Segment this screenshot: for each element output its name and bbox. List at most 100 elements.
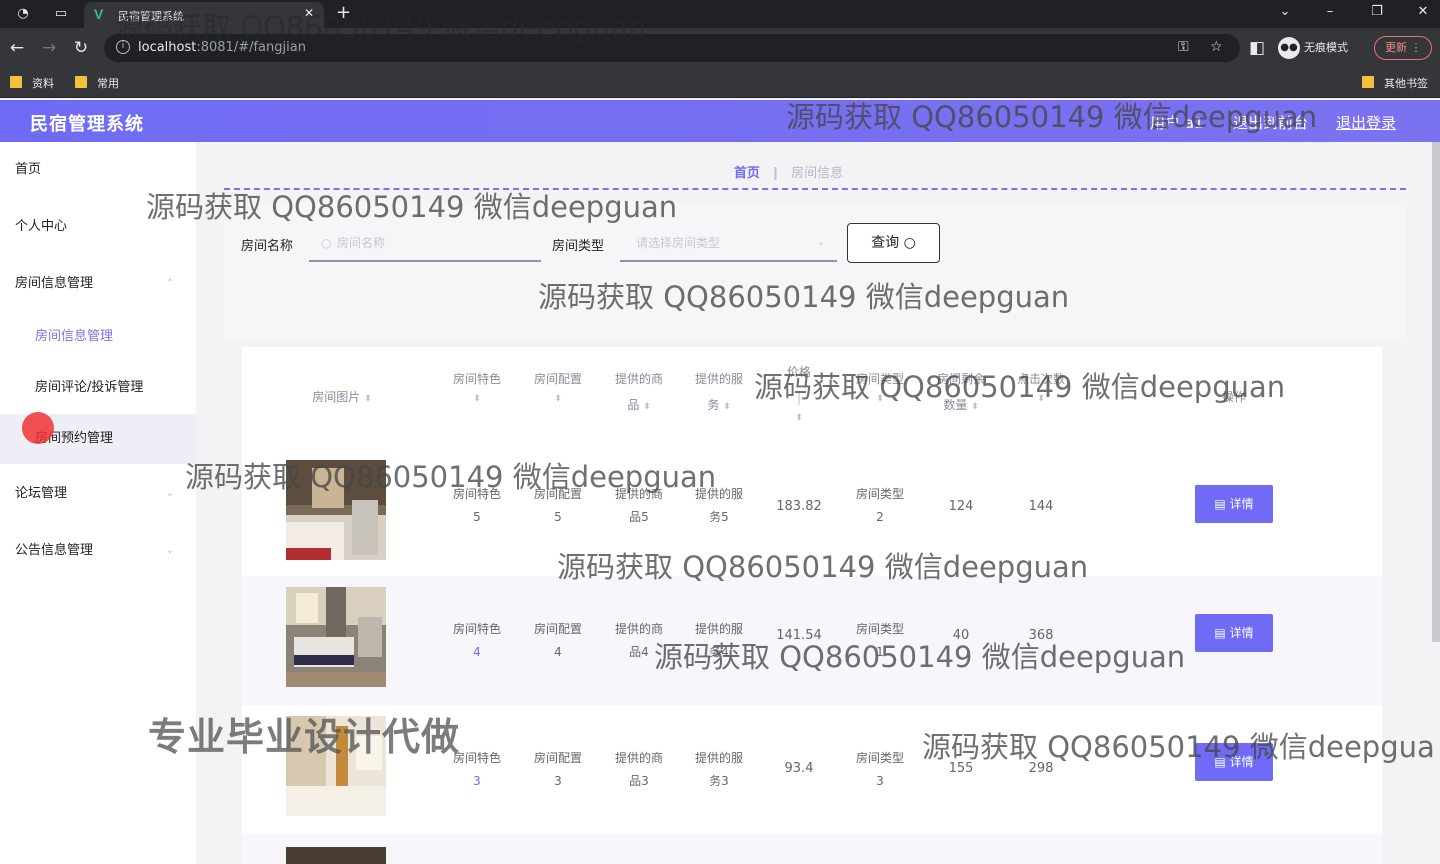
room-goods: 提供的商 品4 xyxy=(614,622,663,659)
document-icon: ▤ xyxy=(1214,755,1226,769)
room-type-label: 房间类型 xyxy=(552,239,605,254)
room-remaining: 124 xyxy=(948,499,974,514)
breadcrumb-separator-icon: ❙ xyxy=(770,166,781,181)
incognito-indicator[interactable]: ●● 无痕模式 xyxy=(1278,36,1348,60)
room-remaining: 155 xyxy=(948,761,974,776)
room-price: 183.82 xyxy=(776,499,822,514)
tab-list-chevron-icon[interactable]: ⌄ xyxy=(1275,4,1295,19)
browser-menu-icon[interactable]: ◔ xyxy=(14,5,32,23)
sidebar-item-room-info-group[interactable]: 房间信息管理 ⌃ xyxy=(0,256,196,312)
close-window-icon[interactable]: ✕ xyxy=(1413,4,1433,19)
incognito-icon: ●● xyxy=(1278,37,1300,59)
sidebar-item-home[interactable]: 首页 xyxy=(0,142,196,198)
reload-icon[interactable]: ↻ xyxy=(70,37,92,59)
browser-tab-bar: ◔ ▭ V 民宿管理系统 ✕ + ⌄ – ❐ ✕ xyxy=(0,0,1440,28)
sidebar-subitem-room-comments[interactable]: 房间评论/投诉管理 xyxy=(0,363,196,413)
room-goods: 提供的商 品5 xyxy=(614,487,663,524)
room-name-label: 房间名称 xyxy=(241,239,294,254)
column-header-service[interactable]: 提供的服务 ⬍ xyxy=(684,366,754,420)
chevron-down-icon: ⌄ xyxy=(165,545,174,556)
bookmark-star-icon[interactable]: ☆ xyxy=(1210,39,1223,55)
key-icon[interactable]: ⚿ xyxy=(1178,39,1189,55)
sidebar-item-notice[interactable]: 公告信息管理 ⌄ xyxy=(0,523,196,579)
search-icon: ○ xyxy=(903,235,916,251)
bookmark-other[interactable]: 其他书签 xyxy=(1362,75,1428,91)
scrollbar[interactable] xyxy=(1432,142,1440,642)
room-service: 提供的服 务3 xyxy=(694,751,743,788)
room-photo[interactable] xyxy=(286,716,386,816)
tab-search-icon[interactable]: ▭ xyxy=(52,5,70,23)
new-tab-icon[interactable]: + xyxy=(336,2,351,23)
app-header: 民宿管理系统 用户 a1 退出到前台 退出登录 xyxy=(0,100,1440,142)
sidebar-item-profile[interactable]: 个人中心 xyxy=(0,199,196,255)
vue-favicon-icon: V xyxy=(94,6,104,22)
bookmarks-bar: 资料 常用 其他书签 xyxy=(0,68,1440,98)
tab-close-icon[interactable]: ✕ xyxy=(304,6,314,20)
restore-icon[interactable]: ❐ xyxy=(1367,4,1387,19)
column-header-remaining[interactable]: 房间剩余 数量 ⬍ xyxy=(926,366,996,420)
front-link[interactable]: 退出到前台 xyxy=(1233,112,1308,133)
room-feature: 房间特色 4 xyxy=(452,622,501,659)
bookmark-changyong[interactable]: 常用 xyxy=(75,75,119,91)
room-photo[interactable] xyxy=(286,587,386,687)
detail-button[interactable]: ▤ 详情 xyxy=(1195,614,1273,652)
room-photo[interactable] xyxy=(286,847,386,864)
column-header-goods[interactable]: 提供的商品 ⬍ xyxy=(604,366,674,420)
room-photo[interactable] xyxy=(286,460,386,560)
room-price: 141.54 xyxy=(776,628,822,643)
room-config: 房间配置 3 xyxy=(533,751,582,788)
column-header-image[interactable]: 房间图片 ⬍ xyxy=(282,384,402,412)
room-name-input[interactable]: ○ 房间名称 xyxy=(309,224,541,262)
detail-button[interactable]: ▤ 详情 xyxy=(1195,743,1273,781)
sidebar-subitem-room-info[interactable]: 房间信息管理 xyxy=(0,312,196,362)
table-row: 房间特色 3 房间配置 3 提供的商 品3 提供的服 务3 93.4 房间类型 3 155… xyxy=(242,705,1382,834)
table-row: 房间特色 4 房间配置 4 提供的商 品4 提供的服 务4 141.54 房间类型 1 4… xyxy=(242,576,1382,705)
column-header-feature[interactable]: 房间特色 ⬍ xyxy=(442,366,512,406)
room-type-placeholder: 请选择房间类型 xyxy=(636,236,721,250)
breadcrumb-home[interactable]: 首页 xyxy=(734,166,760,181)
room-feature: 房间特色 5 xyxy=(452,487,501,524)
forward-icon[interactable]: → xyxy=(38,37,60,59)
room-type-select[interactable]: 请选择房间类型 ⌄ xyxy=(620,224,837,262)
room-price: 93.4 xyxy=(784,761,814,776)
user-label: 用户 a1 xyxy=(1150,114,1204,132)
column-header-type[interactable]: 房间类型 ⬍ xyxy=(845,366,915,406)
update-button[interactable]: 更新 ⋮ xyxy=(1374,36,1432,60)
folder-icon xyxy=(10,76,22,88)
browser-tab[interactable]: V 民宿管理系统 ✕ xyxy=(84,2,324,28)
click-indicator xyxy=(22,412,54,444)
room-photo-image xyxy=(286,716,386,816)
column-header-price[interactable]: 价格 | ⬍ xyxy=(764,359,834,425)
update-label: 更新 xyxy=(1385,41,1407,54)
room-clicks: 144 xyxy=(1028,499,1054,514)
sidebar: 首页 个人中心 房间信息管理 ⌃ 房间信息管理 房间评论/投诉管理 房间预约管理 … xyxy=(0,142,196,864)
url-field[interactable]: i localhost:8081/#/fangjian ⚿ ☆ xyxy=(104,34,1240,62)
url-text: localhost:8081/#/fangjian xyxy=(138,40,306,55)
room-clicks: 298 xyxy=(1028,761,1054,776)
folder-icon xyxy=(1362,76,1374,88)
incognito-label: 无痕模式 xyxy=(1304,41,1348,54)
sidebar-item-forum[interactable]: 论坛管理 ⌄ xyxy=(0,466,196,522)
room-service: 提供的服 务5 xyxy=(694,487,743,524)
room-table: 房间图片 ⬍ 房间特色 ⬍ 房间配置 ⬍ 提供的商品 ⬍ 提供的服务 ⬍ 价格 | ⬍ … xyxy=(242,347,1382,864)
column-header-clicks[interactable]: 点击次数 ⬍ xyxy=(1006,366,1076,406)
bookmark-ziliao[interactable]: 资料 xyxy=(10,75,54,91)
logout-link[interactable]: 退出登录 xyxy=(1336,112,1396,133)
minimize-icon[interactable]: – xyxy=(1320,4,1340,19)
table-row xyxy=(242,834,1382,864)
detail-button[interactable]: ▤ 详情 xyxy=(1195,485,1273,523)
app-title: 民宿管理系统 xyxy=(30,114,144,135)
room-type: 房间类型 1 xyxy=(855,622,904,659)
query-button[interactable]: 查询 ○ xyxy=(847,223,940,263)
column-header-actions: 操作 xyxy=(1221,390,1246,404)
side-panel-icon[interactable]: ◧ xyxy=(1246,37,1268,59)
table-row: 房间特色 5 房间配置 5 提供的商 品5 提供的服 务5 183.82 房间类型 2 1… xyxy=(242,447,1382,576)
room-type: 房间类型 3 xyxy=(855,751,904,788)
search-icon: ○ xyxy=(321,236,332,250)
column-header-config[interactable]: 房间配置 ⬍ xyxy=(523,366,593,406)
back-icon[interactable]: ← xyxy=(6,37,28,59)
room-goods: 提供的商 品3 xyxy=(614,751,663,788)
site-info-icon[interactable]: i xyxy=(116,40,130,54)
breadcrumb: 首页 ❙ 房间信息 xyxy=(196,162,1381,181)
chevron-down-icon: ⌄ xyxy=(165,488,174,499)
